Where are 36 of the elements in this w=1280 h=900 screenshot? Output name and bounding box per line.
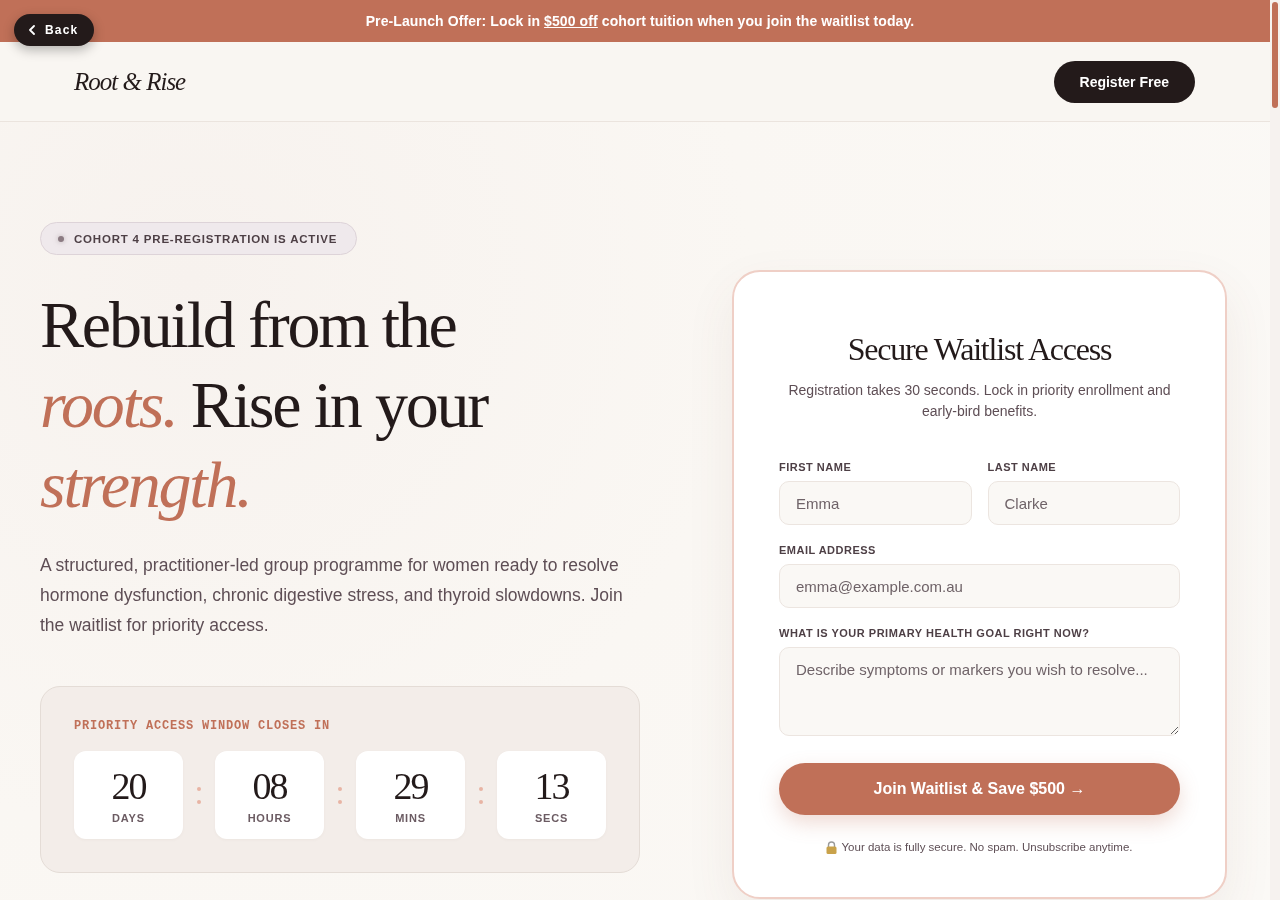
scrollbar-thumb[interactable] xyxy=(1272,2,1278,108)
card-subtitle: Registration takes 30 seconds. Lock in priority enrollment and early-bird benefits. xyxy=(787,381,1172,421)
input-field[interactable]: Clarke xyxy=(987,481,1180,525)
field-label: WHAT IS YOUR PRIMARY HEALTH GOAL RIGHT NOW? xyxy=(779,626,1090,640)
countdown-unit-label: MINS xyxy=(395,812,426,824)
offer-link[interactable]: $500 off xyxy=(544,13,598,29)
countdown-title: PRIORITY ACCESS WINDOW CLOSES IN xyxy=(74,718,332,734)
input-field[interactable]: Emma xyxy=(779,481,972,525)
field-label: LAST NAME xyxy=(987,460,1057,474)
join-waitlist-button[interactable]: Join Waitlist & Save $500 → xyxy=(779,763,1180,815)
countdown-value: 20 xyxy=(111,766,146,806)
privacy-note: Your data is fully secure. No spam. Unsubscribe anytime. xyxy=(841,840,1133,855)
card-title: Secure Waitlist Access xyxy=(846,330,1113,369)
promo-banner-text: Pre-Launch Offer: Lock in $500 off cohort tuition when you join the waitlist today. xyxy=(365,13,915,29)
textarea-field[interactable]: Describe symptoms or markers you wish to resolve... xyxy=(779,647,1180,736)
input-field[interactable]: emma@example.com.au xyxy=(779,564,1180,608)
register-button[interactable]: Register Free xyxy=(1053,60,1195,103)
countdown-value: 13 xyxy=(534,766,569,806)
back-button[interactable]: Back xyxy=(14,14,94,46)
separator-dots-icon xyxy=(479,786,483,804)
badge-text: COHORT 4 PRE-REGISTRATION IS ACTIVE xyxy=(74,232,338,245)
lock-icon xyxy=(826,840,838,854)
separator-dots-icon xyxy=(197,786,201,804)
logo[interactable]: Root & Rise xyxy=(74,67,186,96)
field-label: FIRST NAME xyxy=(779,460,852,474)
countdown-unit-label: DAYS xyxy=(112,812,145,824)
countdown-value: 08 xyxy=(252,766,287,806)
countdown-value: 29 xyxy=(393,766,428,806)
field-label: EMAIL ADDRESS xyxy=(779,543,876,557)
hero-description: A structured, practitioner-led group programme for women ready to resolve hormone dysfunction, chronic digestive stress, and thyroid slowdowns. Join the waitlist for priority access. xyxy=(40,554,624,637)
separator-dots-icon xyxy=(338,786,342,804)
countdown-unit-label: HOURS xyxy=(247,812,292,824)
status-dot-icon xyxy=(58,235,64,242)
chevron-left-icon xyxy=(29,25,35,35)
hero-heading: Rebuild from the roots. Rise in your strength. xyxy=(40,287,488,523)
countdown-unit-label: SECS xyxy=(534,812,569,824)
